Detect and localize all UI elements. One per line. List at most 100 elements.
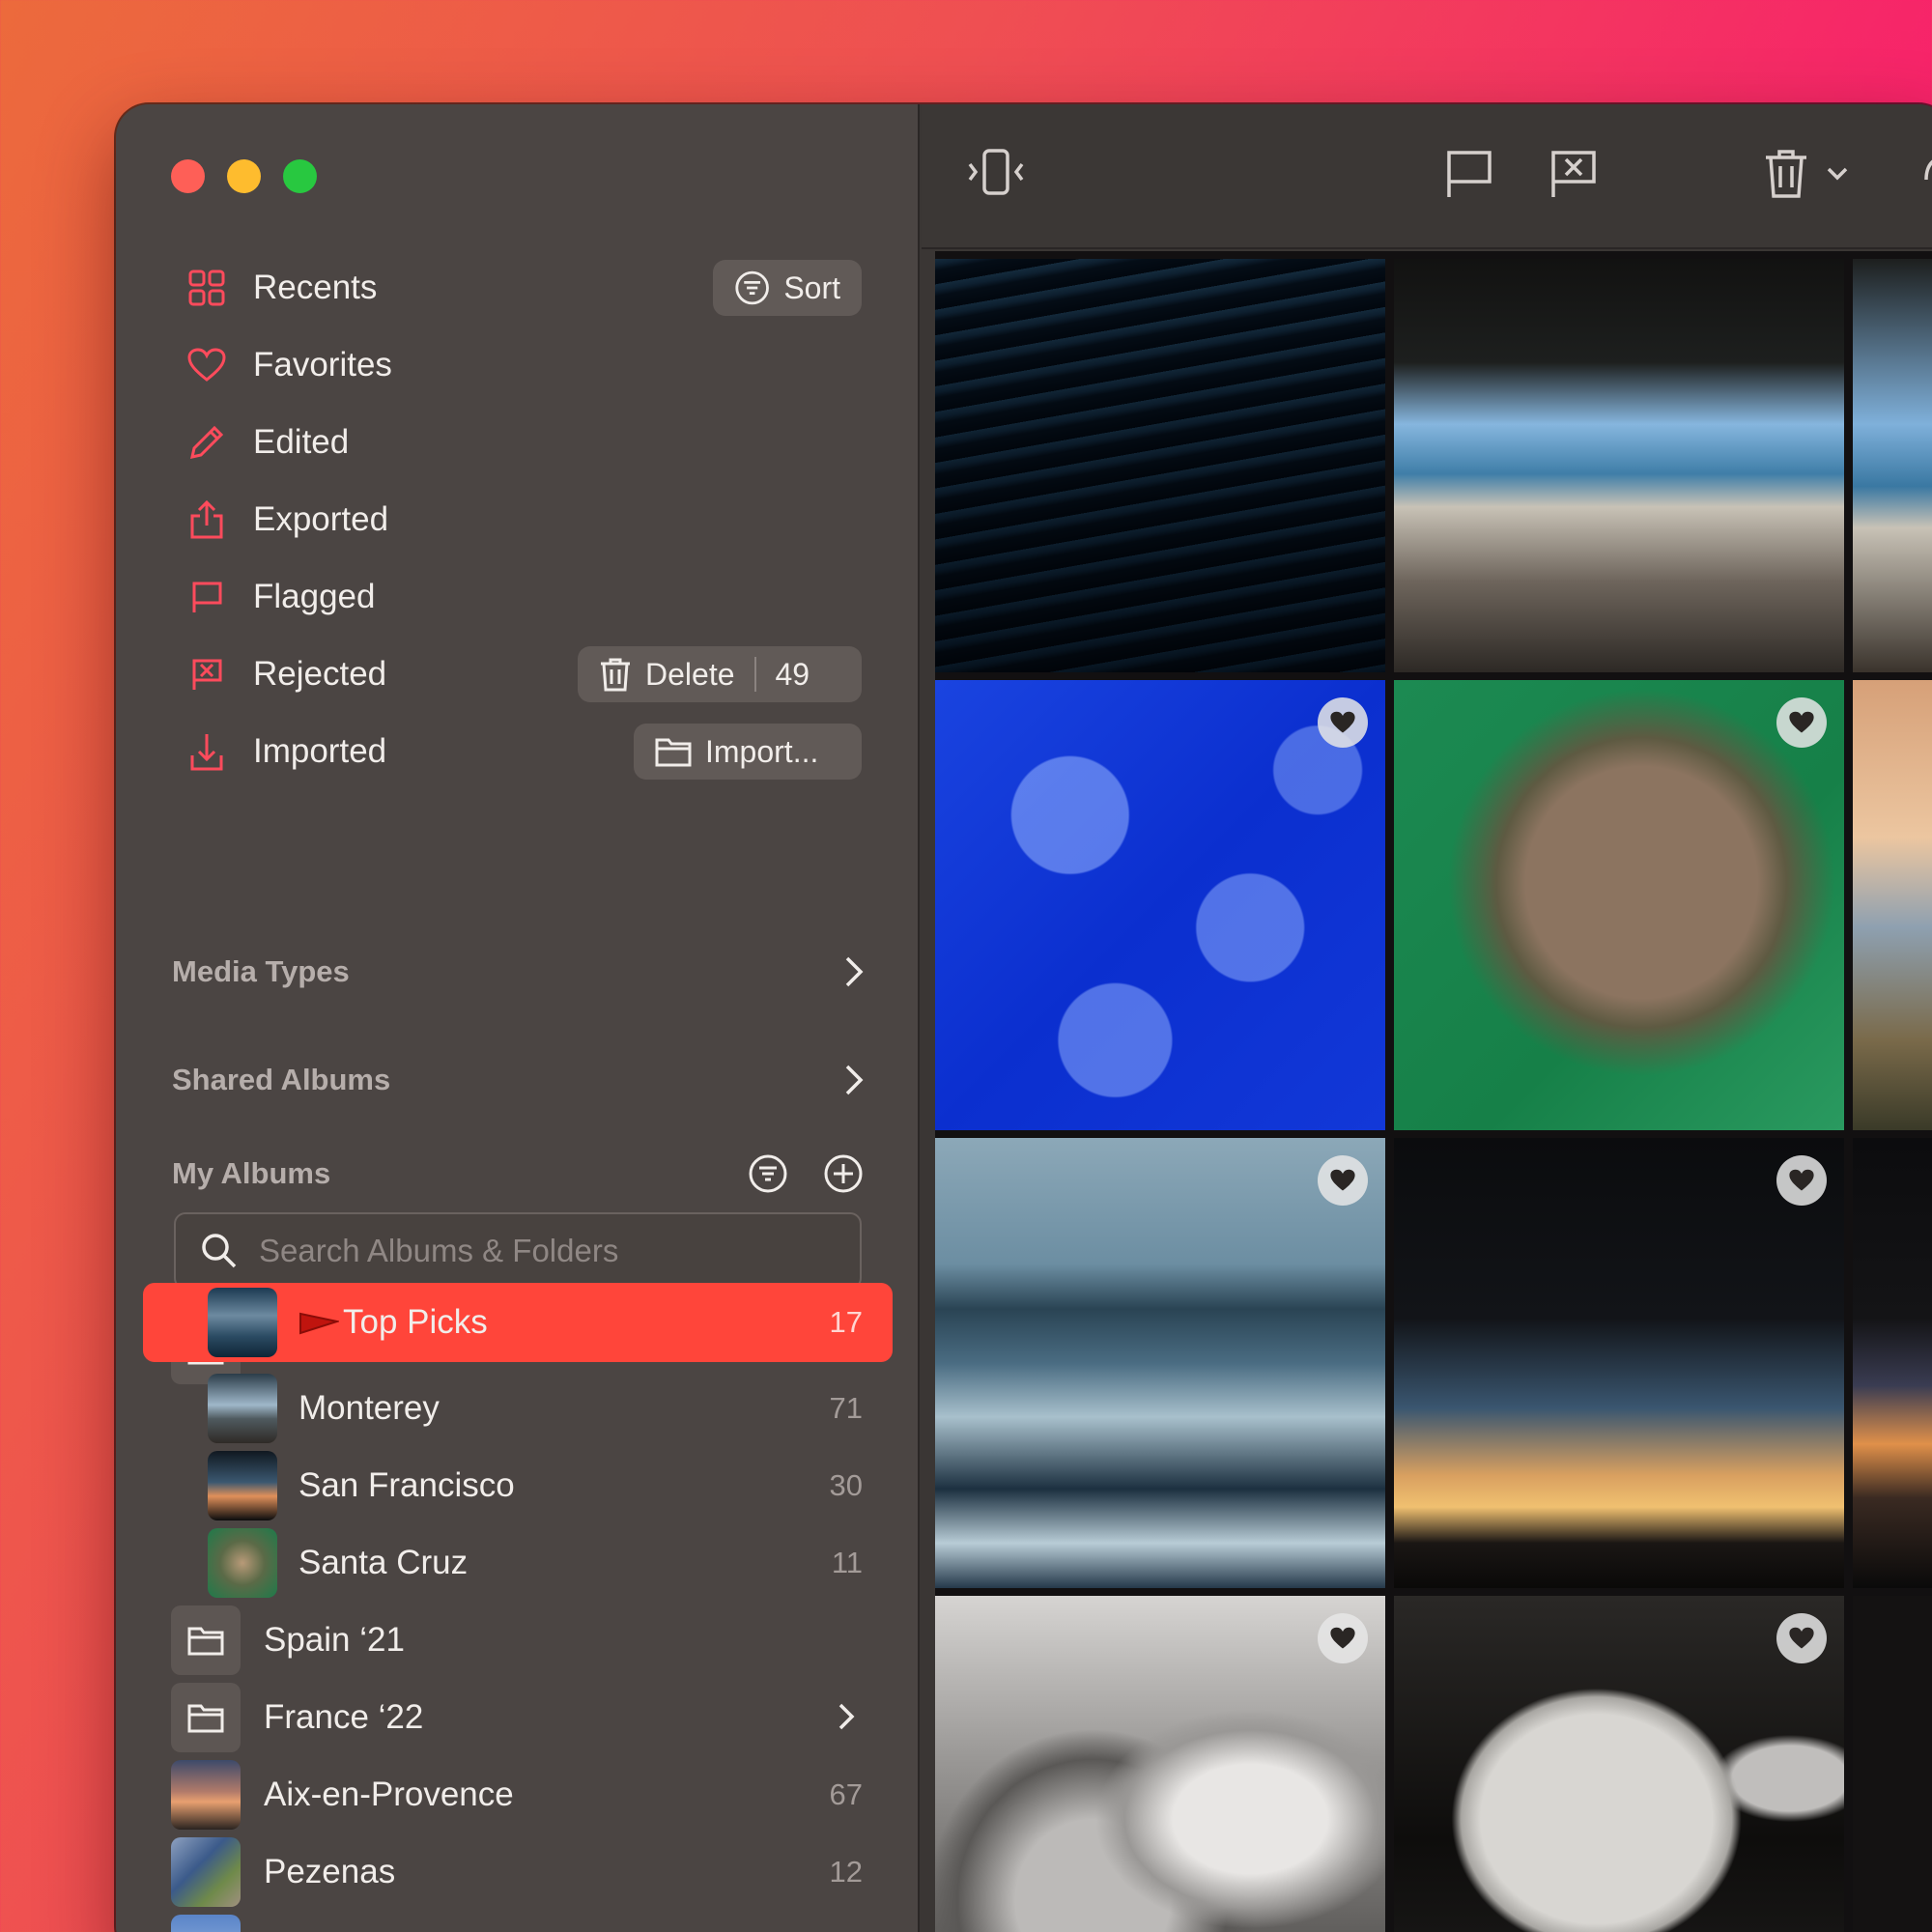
section-title: Media Types — [172, 954, 350, 988]
minimize-window-button[interactable] — [227, 159, 261, 193]
sidebar-item-label: Recents — [253, 269, 378, 306]
section-title: Shared Albums — [172, 1063, 391, 1096]
sort-icon — [735, 270, 769, 305]
album-monterey[interactable]: Monterey 71 — [208, 1374, 863, 1443]
sidebar-item-favorites[interactable]: Favorites — [185, 331, 862, 399]
album-santa-cruz[interactable]: Santa Cruz 11 — [208, 1528, 863, 1598]
photo-thumbnail[interactable] — [1853, 1138, 1932, 1588]
reject-icon — [185, 653, 228, 696]
toolbar — [922, 104, 1932, 249]
favorite-heart-icon[interactable] — [1318, 1613, 1368, 1663]
share-icon — [185, 498, 228, 541]
album-count: 17 — [829, 1305, 863, 1339]
trash-icon — [1766, 150, 1806, 198]
search-input[interactable] — [259, 1233, 800, 1269]
sidebar: Recents Sort Favorites Edited Exported F… — [116, 104, 920, 1932]
zoom-window-button[interactable] — [283, 159, 317, 193]
photo-thumbnail[interactable] — [1394, 259, 1844, 672]
download-icon — [185, 730, 228, 773]
flag-button[interactable] — [1445, 149, 1493, 199]
search-icon — [202, 1234, 237, 1268]
favorite-heart-icon[interactable] — [1776, 697, 1827, 748]
sort-button[interactable]: Sort — [713, 260, 862, 316]
reject-button[interactable] — [1549, 149, 1598, 199]
chevron-right-icon[interactable] — [838, 1702, 855, 1731]
sidebar-item-flagged[interactable]: Flagged — [185, 563, 862, 631]
folder-france[interactable]: France ‘22 — [171, 1683, 863, 1752]
sort-albums-icon[interactable] — [748, 1153, 788, 1194]
photo-thumbnail[interactable] — [1853, 259, 1932, 672]
delete-menu-button[interactable] — [1764, 149, 1849, 199]
photo-thumbnail[interactable] — [935, 1596, 1385, 1932]
sidebar-item-label: Favorites — [253, 346, 392, 384]
section-media-types[interactable]: Media Types — [172, 943, 864, 1001]
album-count: 11 — [831, 1546, 863, 1579]
section-my-albums: My Albums — [172, 1145, 864, 1203]
photo-thumbnail[interactable] — [1394, 680, 1844, 1130]
share-button-partial[interactable] — [1922, 153, 1932, 191]
sort-label: Sort — [783, 270, 840, 305]
window-controls — [171, 159, 317, 193]
photo-thumbnail[interactable] — [1394, 1138, 1844, 1588]
photos-window: Recents Sort Favorites Edited Exported F… — [116, 104, 1932, 1932]
flag-icon — [185, 576, 228, 618]
sidebar-item-label: Flagged — [253, 578, 376, 615]
sidebar-item-imported[interactable]: Imported Import... — [185, 718, 862, 785]
favorite-heart-icon[interactable] — [1776, 1155, 1827, 1206]
flag-icon — [1447, 151, 1492, 197]
photo-thumbnail[interactable] — [935, 259, 1385, 672]
sidebar-item-rejected[interactable]: Rejected Delete 49 — [185, 640, 862, 708]
album-thumbnail — [208, 1451, 277, 1520]
photo-thumbnail[interactable] — [935, 680, 1385, 1130]
delete-count: 49 — [775, 656, 810, 692]
album-name: Monterey — [298, 1389, 440, 1427]
photo-thumbnail[interactable] — [1394, 1596, 1844, 1932]
import-button[interactable]: Import... — [634, 724, 862, 780]
flag-icon — [299, 1312, 339, 1335]
chevron-right-icon — [845, 956, 864, 987]
album-partial[interactable] — [171, 1915, 863, 1932]
album-count: 12 — [829, 1855, 863, 1889]
folder-spain[interactable]: Spain ‘21 — [171, 1605, 863, 1675]
section-shared-albums[interactable]: Shared Albums — [172, 1051, 864, 1109]
album-thumbnail — [171, 1837, 241, 1907]
delete-label: Delete — [645, 656, 735, 692]
share-icon — [1924, 159, 1932, 181]
grid-icon — [185, 267, 228, 309]
sidebar-item-recents[interactable]: Recents Sort — [185, 254, 862, 322]
favorite-heart-icon[interactable] — [1318, 1155, 1368, 1206]
album-thumbnail — [171, 1760, 241, 1830]
sidebar-item-edited[interactable]: Edited — [185, 409, 862, 476]
folder-icon — [655, 738, 692, 767]
album-top-picks[interactable]: Top Picks 17 — [208, 1288, 863, 1357]
album-thumbnail — [171, 1915, 241, 1932]
photo-thumbnail[interactable] — [1853, 1596, 1932, 1932]
album-name: San Francisco — [298, 1466, 515, 1504]
add-album-icon[interactable] — [823, 1153, 864, 1194]
album-search-field[interactable] — [174, 1212, 862, 1290]
favorite-heart-icon[interactable] — [1318, 697, 1368, 748]
favorite-heart-icon[interactable] — [1776, 1613, 1827, 1663]
folder-icon — [171, 1683, 241, 1752]
album-name: Top Picks — [343, 1303, 488, 1341]
album-aix-en-provence[interactable]: Aix-en-Provence 67 — [171, 1760, 863, 1830]
section-title: My Albums — [172, 1156, 331, 1190]
album-pezenas[interactable]: Pezenas 12 — [171, 1837, 863, 1907]
photo-thumbnail[interactable] — [1853, 680, 1932, 1130]
album-thumbnail — [208, 1288, 277, 1357]
album-name: Pezenas — [264, 1853, 396, 1890]
trash-icon — [601, 658, 630, 692]
album-san-francisco[interactable]: San Francisco 30 — [208, 1451, 863, 1520]
album-thumbnail — [208, 1374, 277, 1443]
sidebar-item-label: Rejected — [253, 655, 387, 693]
photo-thumbnail[interactable] — [935, 1138, 1385, 1588]
sidebar-item-exported[interactable]: Exported — [185, 486, 862, 554]
delete-rejected-button[interactable]: Delete 49 — [578, 646, 862, 702]
album-count: 30 — [829, 1468, 863, 1502]
slideshow-button[interactable] — [966, 143, 1026, 201]
close-window-button[interactable] — [171, 159, 205, 193]
album-name: Aix-en-Provence — [264, 1776, 514, 1813]
photo-grid — [935, 251, 1932, 1932]
import-label: Import... — [705, 733, 819, 769]
reject-icon — [1551, 151, 1596, 197]
